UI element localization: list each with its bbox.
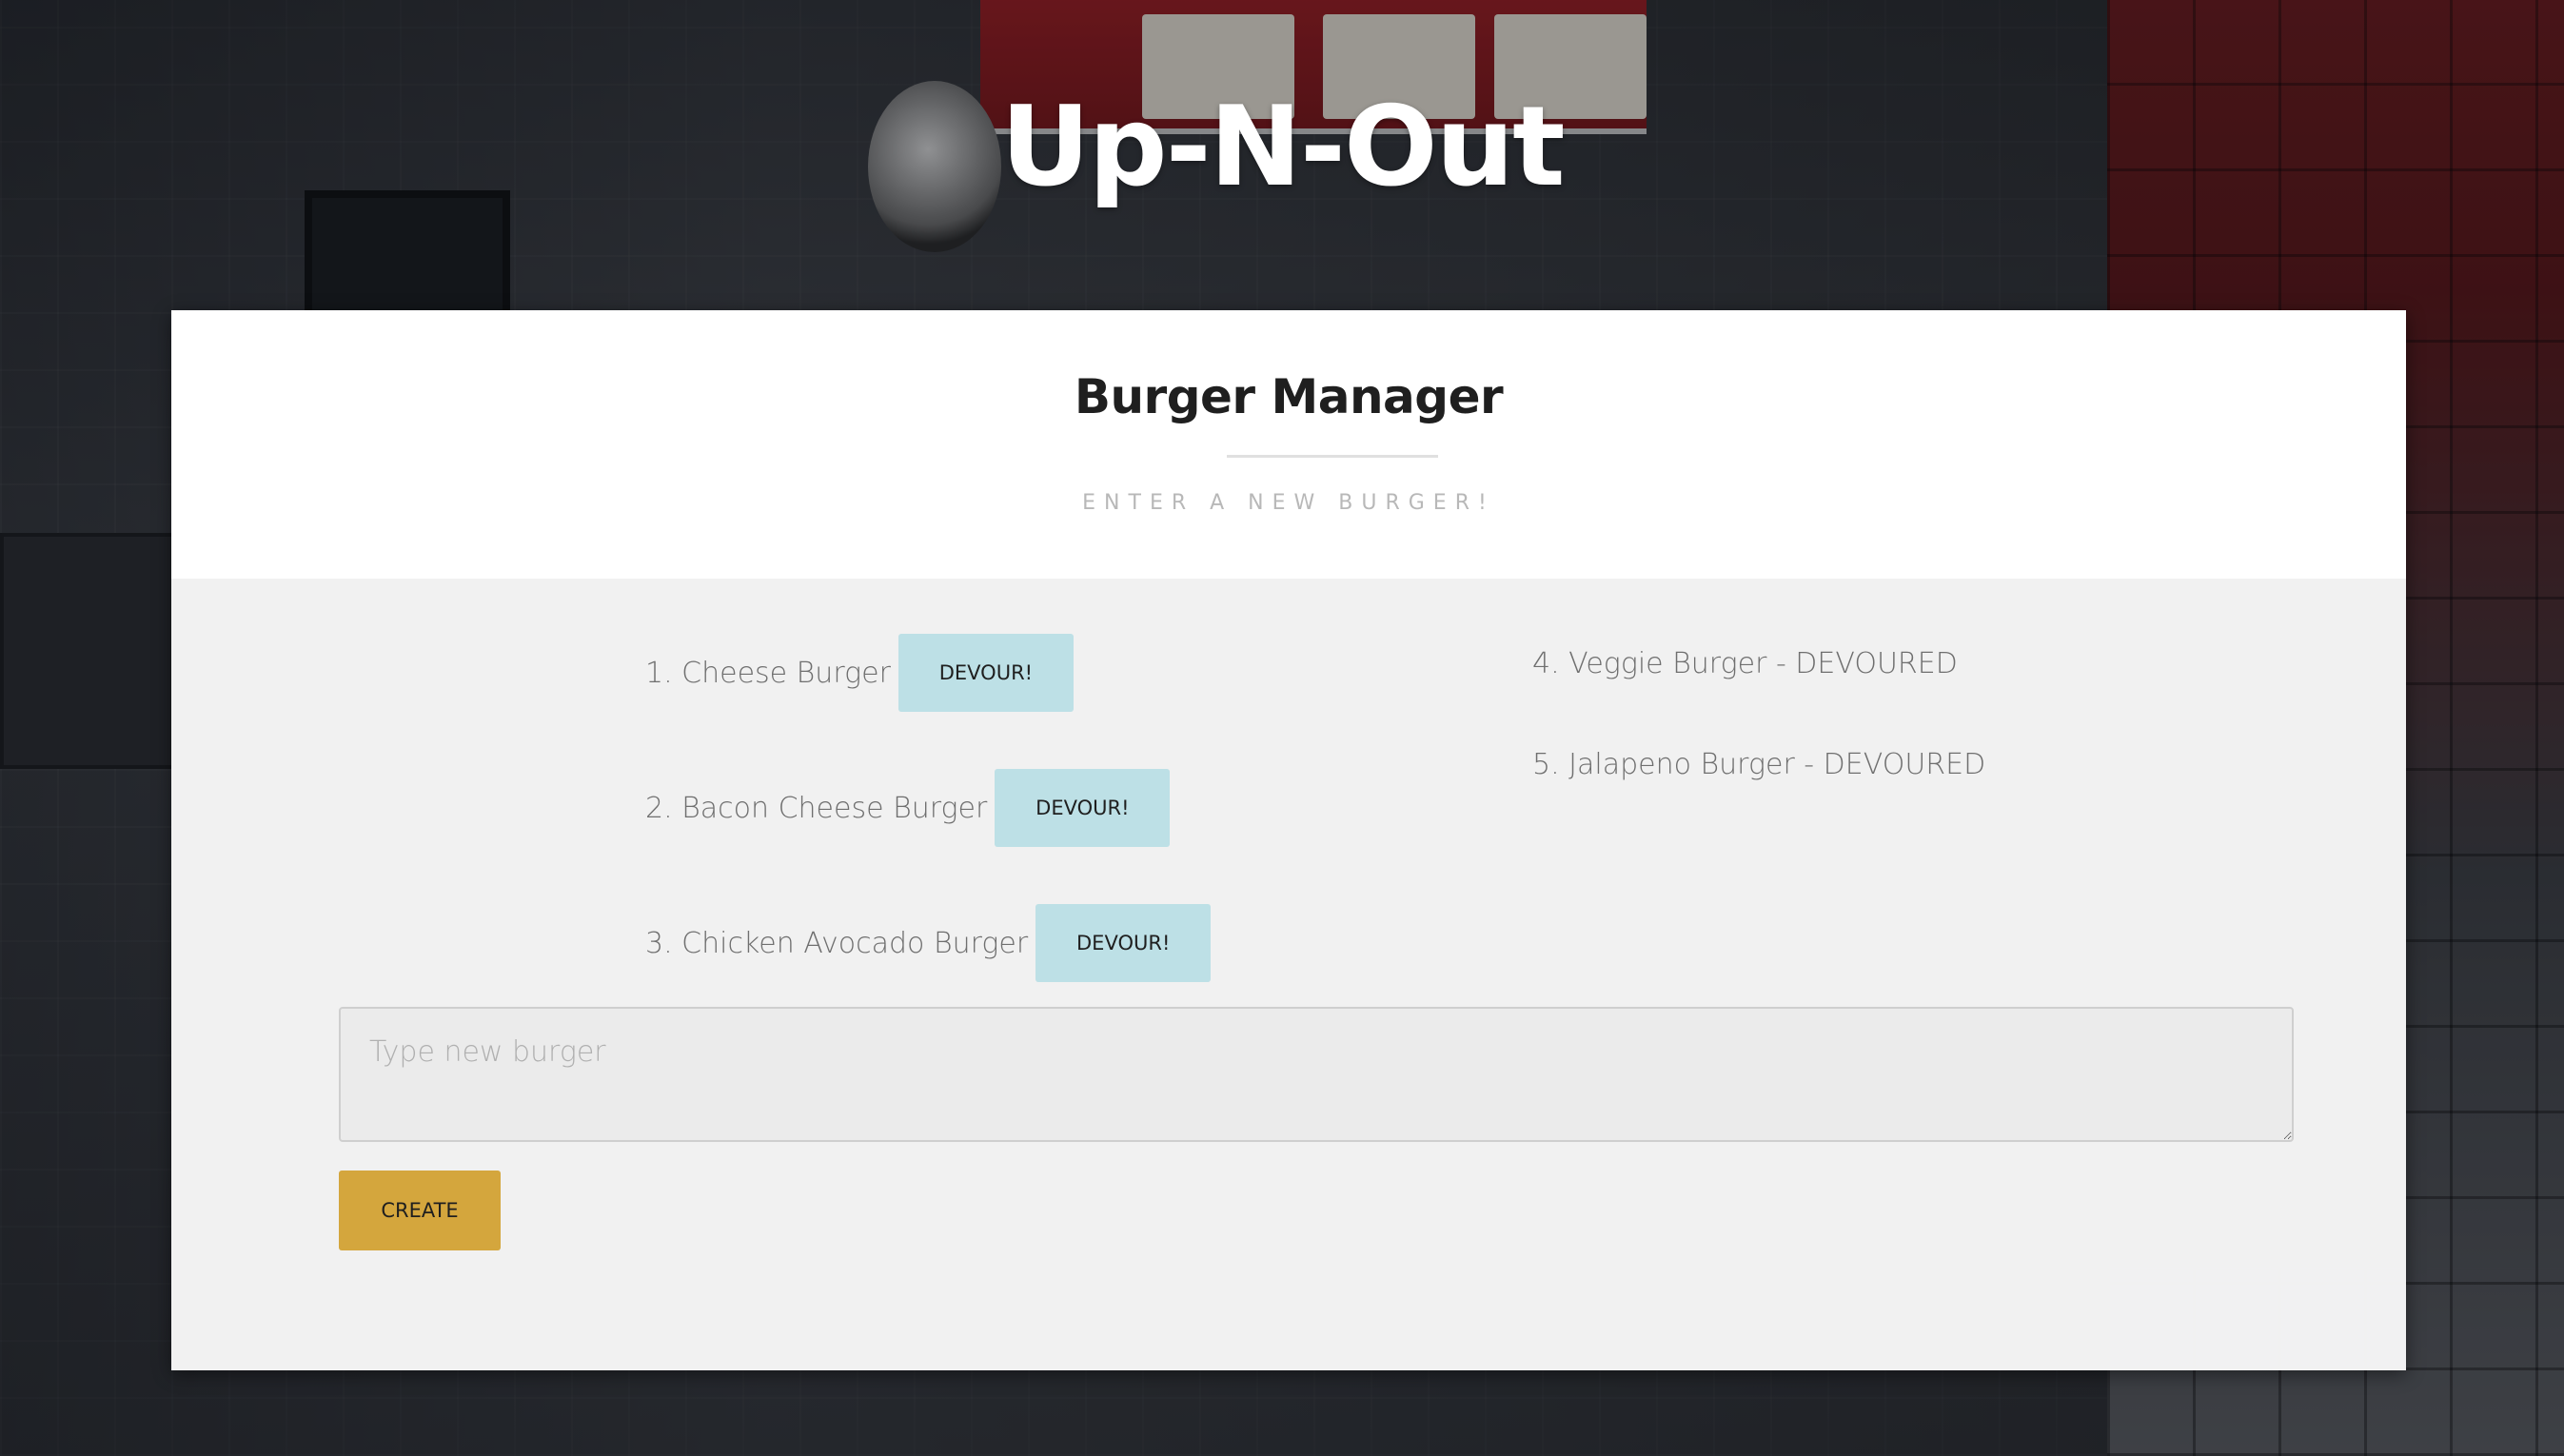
list-item: 5. Jalapeno Burger - DEVOURED — [1532, 748, 1986, 781]
devour-button[interactable]: DEVOUR! — [897, 634, 1074, 712]
devour-button[interactable]: DEVOUR! — [1035, 904, 1212, 982]
card-body: 1. Cheese Burger DEVOUR! 2. Bacon Cheese… — [171, 579, 2406, 1370]
list-item: 2. Bacon Cheese Burger DEVOUR! — [645, 769, 1171, 847]
card-subtitle: ENTER A NEW BURGER! — [1082, 491, 1495, 515]
title-divider — [1227, 455, 1438, 458]
burger-name: 2. Bacon Cheese Burger — [645, 791, 988, 825]
new-burger-input[interactable] — [339, 1007, 2294, 1142]
burger-name: 3. Chicken Avocado Burger — [645, 926, 1029, 960]
hero-title: Up-N-Out — [1000, 83, 1565, 211]
card-header: Burger Manager ENTER A NEW BURGER! — [171, 310, 2406, 579]
list-item: 3. Chicken Avocado Burger DEVOUR! — [645, 904, 1212, 982]
create-button[interactable]: CREATE — [339, 1171, 501, 1250]
list-item: 1. Cheese Burger DEVOUR! — [645, 634, 1074, 712]
list-item: 4. Veggie Burger - DEVOURED — [1532, 647, 1958, 680]
burger-manager-card: Burger Manager ENTER A NEW BURGER! 1. Ch… — [171, 310, 2406, 1370]
devour-button[interactable]: DEVOUR! — [995, 769, 1171, 847]
burger-name: 1. Cheese Burger — [645, 656, 891, 690]
card-title: Burger Manager — [1074, 369, 1504, 424]
